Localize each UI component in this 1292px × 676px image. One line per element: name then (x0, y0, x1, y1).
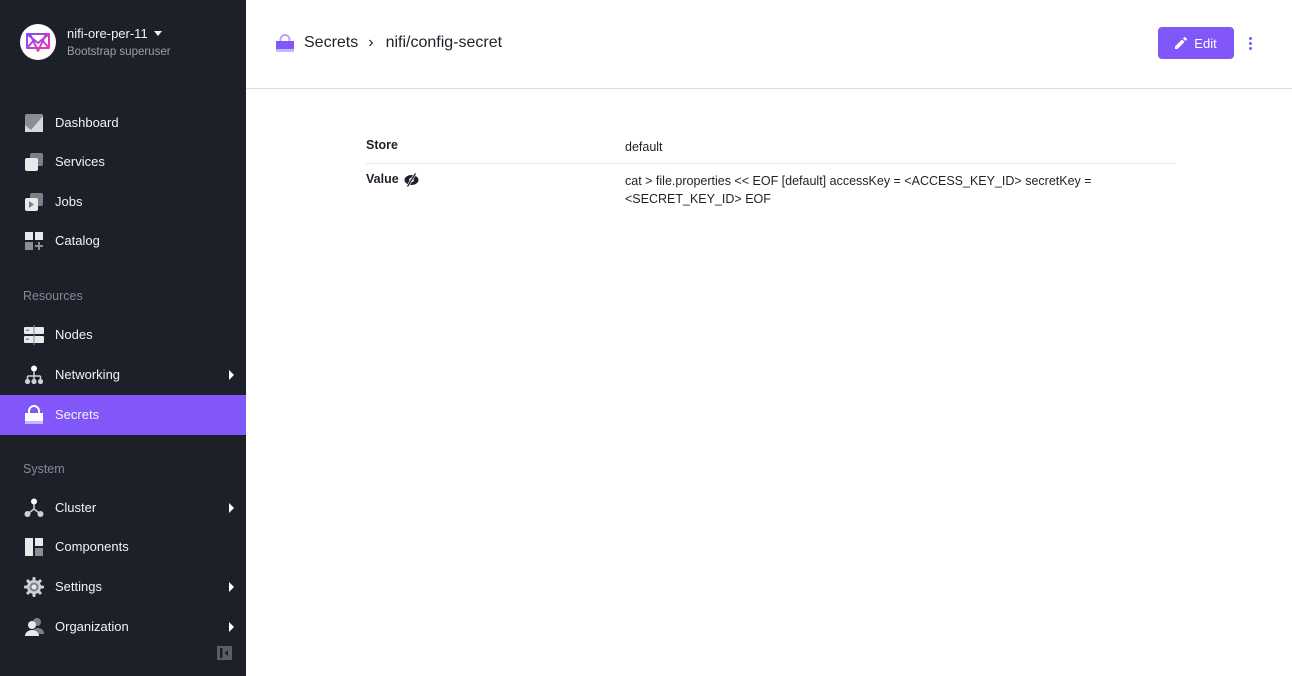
org-name: nifi-ore-per-11 (67, 25, 148, 41)
sidebar-item-secrets[interactable]: Secrets (0, 395, 246, 435)
catalog-icon (25, 232, 43, 250)
lock-icon (276, 34, 294, 52)
pencil-icon (1175, 37, 1188, 49)
detail-row-value: Value cat > file.properties << EOF [defa… (366, 164, 1176, 208)
eye-slash-icon[interactable] (404, 173, 419, 187)
breadcrumb-secrets-link[interactable]: Secrets (304, 34, 358, 52)
networking-icon (24, 365, 44, 385)
detail-key: Value (366, 172, 399, 186)
detail-key: Store (366, 138, 398, 152)
sidebar-item-cluster[interactable]: Cluster (0, 488, 246, 528)
sidebar-item-label: Cluster (55, 500, 97, 515)
sidebar-item-catalog[interactable]: Catalog (0, 221, 246, 261)
cluster-icon (24, 498, 44, 517)
sidebar-item-settings[interactable]: Settings (0, 567, 246, 607)
users-icon (25, 618, 44, 636)
chevron-right-icon (229, 622, 234, 632)
sidebar-item-label: Organization (55, 619, 129, 634)
sidebar-item-label: Components (55, 539, 129, 554)
sidebar-item-label: Services (55, 154, 105, 169)
sidebar-item-organization[interactable]: Organization (0, 607, 246, 647)
sidebar-item-nodes[interactable]: Nodes (0, 315, 246, 355)
sidebar: nifi-ore-per-11 Bootstrap superuser Dash… (0, 0, 246, 676)
sidebar-item-services[interactable]: Services (0, 142, 246, 182)
jobs-icon (25, 193, 43, 211)
sidebar-item-components[interactable]: Components (0, 527, 246, 567)
caret-down-icon (153, 30, 162, 36)
services-icon (25, 153, 43, 171)
breadcrumb-separator: › (368, 34, 374, 51)
sidebar-item-label: Secrets (55, 407, 100, 422)
edit-button[interactable]: Edit (1158, 27, 1234, 59)
sidebar-item-networking[interactable]: Networking (0, 355, 246, 395)
secret-details: Store default Value cat > file.propertie… (366, 129, 1176, 208)
sidebar-item-label: Networking (55, 367, 121, 382)
sidebar-item-dashboard[interactable]: Dashboard (0, 103, 246, 143)
breadcrumb: Secrets › nifi/config-secret (276, 31, 502, 55)
org-switcher[interactable]: nifi-ore-per-11 Bootstrap superuser (20, 24, 171, 60)
chevron-right-icon (229, 503, 234, 513)
collapse-sidebar-icon (220, 648, 228, 658)
section-label-system: System (23, 462, 65, 476)
edit-button-label: Edit (1194, 35, 1217, 51)
more-vertical-icon[interactable] (1244, 33, 1256, 53)
gear-icon (24, 577, 44, 597)
lock-icon (25, 405, 43, 424)
envelope-logo-icon (20, 24, 56, 60)
page-header: Secrets › nifi/config-secret Edit (246, 0, 1292, 89)
detail-row-store: Store default (366, 129, 1176, 164)
dashboard-icon (25, 114, 43, 132)
components-icon (25, 538, 43, 556)
sidebar-item-label: Jobs (55, 194, 83, 209)
page-title: nifi/config-secret (385, 34, 503, 51)
collapse-sidebar-button[interactable] (217, 646, 232, 660)
nodes-icon (24, 325, 44, 345)
chevron-right-icon (229, 582, 234, 592)
chevron-right-icon (229, 370, 234, 380)
detail-value: default (625, 140, 663, 154)
sidebar-item-label: Settings (55, 579, 102, 594)
section-label-resources: Resources (23, 289, 83, 303)
org-role: Bootstrap superuser (67, 45, 171, 58)
sidebar-item-jobs[interactable]: Jobs (0, 182, 246, 222)
sidebar-item-label: Nodes (55, 327, 93, 342)
sidebar-item-label: Dashboard (55, 115, 119, 130)
sidebar-item-label: Catalog (55, 233, 100, 248)
detail-value: cat > file.properties << EOF [default] a… (625, 174, 1092, 206)
